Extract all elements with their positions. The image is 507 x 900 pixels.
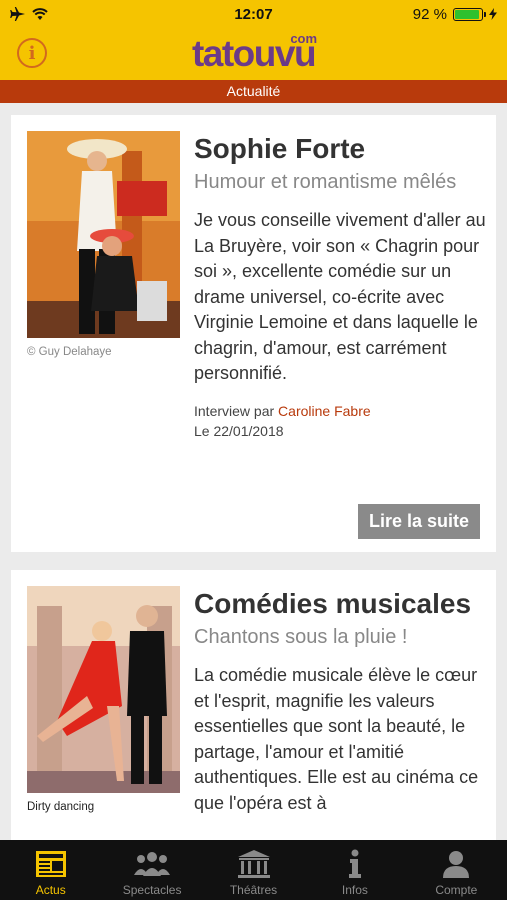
read-more-button[interactable]: Lire la suite xyxy=(357,504,480,539)
app-header: tatouvu com i xyxy=(0,28,507,80)
tab-actus[interactable]: Actus xyxy=(0,840,101,900)
article-excerpt: Je vous conseille vivement d'aller au La… xyxy=(194,210,486,383)
article-subtitle: Chantons sous la pluie ! xyxy=(194,626,408,648)
status-bar: 12:07 92 % xyxy=(0,0,507,28)
article-title[interactable]: Comédies musicales xyxy=(194,586,486,621)
tab-compte[interactable]: Compte xyxy=(406,840,507,900)
airplane-icon xyxy=(10,7,25,21)
article-meta: Interview par Caroline Fabre Le 22/01/20… xyxy=(194,401,486,441)
tab-infos[interactable]: Infos xyxy=(304,840,405,900)
tab-label: Compte xyxy=(435,883,478,897)
status-time: 12:07 xyxy=(234,5,273,23)
article-card[interactable]: Dirty dancing Comédies musicales Chanton… xyxy=(11,570,496,840)
battery-fill xyxy=(455,9,479,19)
article-body: Sophie Forte Humour et romantisme mêlés … xyxy=(194,131,486,441)
info-icon: i xyxy=(28,42,36,64)
tab-label: Théâtres xyxy=(229,883,278,897)
author-link[interactable]: Caroline Fabre xyxy=(278,403,371,419)
article-card[interactable]: © Guy Delahaye Sophie Forte Humour et ro… xyxy=(11,115,496,552)
charging-bolt-icon xyxy=(489,8,497,20)
tab-label: Infos xyxy=(341,883,368,897)
theatre-building-icon xyxy=(237,847,271,881)
article-excerpt: La comédie musicale élève le cœur et l'e… xyxy=(194,665,479,813)
audience-icon xyxy=(132,847,172,881)
author-line: Interview par Caroline Fabre xyxy=(194,401,486,421)
battery-percent: 92 % xyxy=(412,5,447,23)
article-title[interactable]: Sophie Forte xyxy=(194,131,486,166)
status-right: 92 % xyxy=(377,6,497,23)
status-left xyxy=(10,7,130,21)
article-photo[interactable] xyxy=(27,586,180,793)
article-subtitle: Humour et romantisme mêlés xyxy=(194,171,457,193)
author-prefix: Interview par xyxy=(194,402,275,419)
wifi-icon xyxy=(32,8,48,20)
logo[interactable]: tatouvu com xyxy=(0,28,507,80)
section-title: Actualité xyxy=(0,80,507,103)
battery-icon xyxy=(453,7,486,21)
tab-theatres[interactable]: Théâtres xyxy=(203,840,304,900)
article-photo[interactable] xyxy=(27,131,180,338)
article-body: Comédies musicales Chantons sous la plui… xyxy=(194,586,486,816)
news-feed[interactable]: © Guy Delahaye Sophie Forte Humour et ro… xyxy=(0,103,507,840)
article-date: Le 22/01/2018 xyxy=(194,422,284,439)
tab-label: Actus xyxy=(35,883,66,897)
photo-credit: © Guy Delahaye xyxy=(27,346,112,358)
tab-bar: Actus Spectacles Théâtres Infos Compte xyxy=(0,840,507,900)
info-button[interactable]: i xyxy=(17,38,47,68)
tab-label: Spectacles xyxy=(122,883,182,897)
info-icon xyxy=(347,847,363,881)
tab-spectacles[interactable]: Spectacles xyxy=(101,840,202,900)
user-icon xyxy=(441,847,471,881)
photo-credit: Dirty dancing xyxy=(27,801,95,813)
logo-suffix: com xyxy=(290,31,318,46)
newspaper-icon xyxy=(35,847,67,881)
